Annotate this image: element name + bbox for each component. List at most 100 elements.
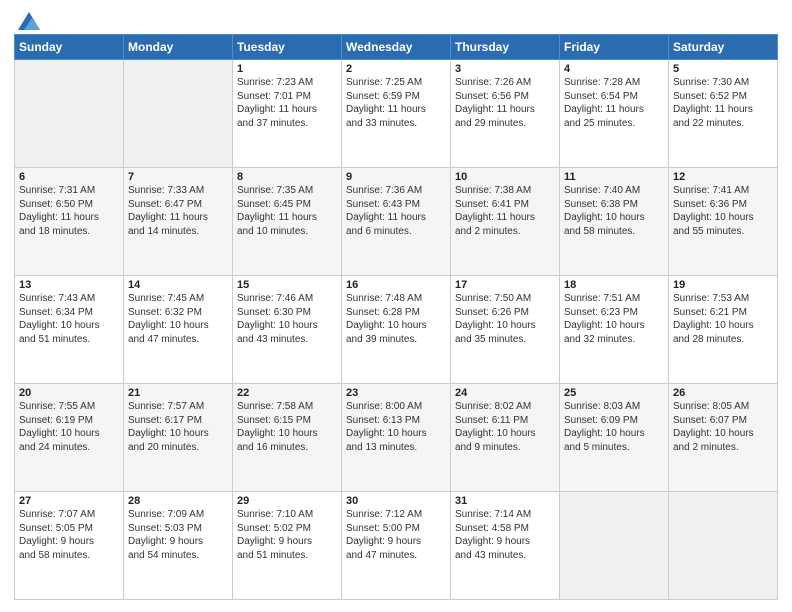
weekday-header-friday: Friday (560, 35, 669, 60)
weekday-header-saturday: Saturday (669, 35, 778, 60)
calendar-cell: 17Sunrise: 7:50 AM Sunset: 6:26 PM Dayli… (451, 276, 560, 384)
calendar-cell: 3Sunrise: 7:26 AM Sunset: 6:56 PM Daylig… (451, 60, 560, 168)
day-number: 24 (455, 387, 555, 399)
day-info: Sunrise: 7:50 AM Sunset: 6:26 PM Dayligh… (455, 292, 555, 346)
day-info: Sunrise: 7:55 AM Sunset: 6:19 PM Dayligh… (19, 400, 119, 454)
day-number: 25 (564, 387, 664, 399)
calendar-cell (560, 492, 669, 600)
day-info: Sunrise: 7:33 AM Sunset: 6:47 PM Dayligh… (128, 184, 228, 238)
day-number: 10 (455, 171, 555, 183)
calendar-cell: 20Sunrise: 7:55 AM Sunset: 6:19 PM Dayli… (15, 384, 124, 492)
day-info: Sunrise: 7:23 AM Sunset: 7:01 PM Dayligh… (237, 76, 337, 130)
day-info: Sunrise: 7:28 AM Sunset: 6:54 PM Dayligh… (564, 76, 664, 130)
day-info: Sunrise: 7:53 AM Sunset: 6:21 PM Dayligh… (673, 292, 773, 346)
calendar-cell: 22Sunrise: 7:58 AM Sunset: 6:15 PM Dayli… (233, 384, 342, 492)
day-info: Sunrise: 7:07 AM Sunset: 5:05 PM Dayligh… (19, 508, 119, 562)
day-info: Sunrise: 7:45 AM Sunset: 6:32 PM Dayligh… (128, 292, 228, 346)
calendar-cell: 18Sunrise: 7:51 AM Sunset: 6:23 PM Dayli… (560, 276, 669, 384)
day-info: Sunrise: 7:40 AM Sunset: 6:38 PM Dayligh… (564, 184, 664, 238)
day-number: 27 (19, 495, 119, 507)
day-number: 19 (673, 279, 773, 291)
day-number: 31 (455, 495, 555, 507)
calendar-cell (15, 60, 124, 168)
day-number: 12 (673, 171, 773, 183)
calendar-cell: 12Sunrise: 7:41 AM Sunset: 6:36 PM Dayli… (669, 168, 778, 276)
day-info: Sunrise: 7:09 AM Sunset: 5:03 PM Dayligh… (128, 508, 228, 562)
calendar-cell: 25Sunrise: 8:03 AM Sunset: 6:09 PM Dayli… (560, 384, 669, 492)
logo-text (14, 12, 40, 30)
calendar-cell: 7Sunrise: 7:33 AM Sunset: 6:47 PM Daylig… (124, 168, 233, 276)
day-info: Sunrise: 7:48 AM Sunset: 6:28 PM Dayligh… (346, 292, 446, 346)
day-number: 23 (346, 387, 446, 399)
calendar-cell: 27Sunrise: 7:07 AM Sunset: 5:05 PM Dayli… (15, 492, 124, 600)
calendar-cell: 16Sunrise: 7:48 AM Sunset: 6:28 PM Dayli… (342, 276, 451, 384)
calendar-cell: 4Sunrise: 7:28 AM Sunset: 6:54 PM Daylig… (560, 60, 669, 168)
day-info: Sunrise: 7:31 AM Sunset: 6:50 PM Dayligh… (19, 184, 119, 238)
day-number: 9 (346, 171, 446, 183)
day-info: Sunrise: 7:57 AM Sunset: 6:17 PM Dayligh… (128, 400, 228, 454)
day-number: 4 (564, 63, 664, 75)
calendar-cell: 15Sunrise: 7:46 AM Sunset: 6:30 PM Dayli… (233, 276, 342, 384)
weekday-header-sunday: Sunday (15, 35, 124, 60)
calendar-cell: 26Sunrise: 8:05 AM Sunset: 6:07 PM Dayli… (669, 384, 778, 492)
day-info: Sunrise: 7:10 AM Sunset: 5:02 PM Dayligh… (237, 508, 337, 562)
calendar-cell: 21Sunrise: 7:57 AM Sunset: 6:17 PM Dayli… (124, 384, 233, 492)
day-info: Sunrise: 7:46 AM Sunset: 6:30 PM Dayligh… (237, 292, 337, 346)
calendar-cell: 1Sunrise: 7:23 AM Sunset: 7:01 PM Daylig… (233, 60, 342, 168)
day-number: 30 (346, 495, 446, 507)
day-info: Sunrise: 8:05 AM Sunset: 6:07 PM Dayligh… (673, 400, 773, 454)
day-info: Sunrise: 7:41 AM Sunset: 6:36 PM Dayligh… (673, 184, 773, 238)
day-info: Sunrise: 7:25 AM Sunset: 6:59 PM Dayligh… (346, 76, 446, 130)
day-number: 16 (346, 279, 446, 291)
day-number: 2 (346, 63, 446, 75)
day-number: 6 (19, 171, 119, 183)
weekday-header-thursday: Thursday (451, 35, 560, 60)
day-number: 1 (237, 63, 337, 75)
calendar-cell: 13Sunrise: 7:43 AM Sunset: 6:34 PM Dayli… (15, 276, 124, 384)
day-info: Sunrise: 7:36 AM Sunset: 6:43 PM Dayligh… (346, 184, 446, 238)
day-number: 8 (237, 171, 337, 183)
day-number: 28 (128, 495, 228, 507)
calendar-cell: 24Sunrise: 8:02 AM Sunset: 6:11 PM Dayli… (451, 384, 560, 492)
weekday-header-tuesday: Tuesday (233, 35, 342, 60)
weekday-header-monday: Monday (124, 35, 233, 60)
calendar-cell: 6Sunrise: 7:31 AM Sunset: 6:50 PM Daylig… (15, 168, 124, 276)
day-number: 20 (19, 387, 119, 399)
day-info: Sunrise: 8:00 AM Sunset: 6:13 PM Dayligh… (346, 400, 446, 454)
calendar-cell (669, 492, 778, 600)
day-number: 21 (128, 387, 228, 399)
calendar-cell: 23Sunrise: 8:00 AM Sunset: 6:13 PM Dayli… (342, 384, 451, 492)
calendar-table: SundayMondayTuesdayWednesdayThursdayFrid… (14, 34, 778, 600)
calendar-cell: 28Sunrise: 7:09 AM Sunset: 5:03 PM Dayli… (124, 492, 233, 600)
calendar-cell: 19Sunrise: 7:53 AM Sunset: 6:21 PM Dayli… (669, 276, 778, 384)
day-info: Sunrise: 7:12 AM Sunset: 5:00 PM Dayligh… (346, 508, 446, 562)
day-number: 13 (19, 279, 119, 291)
day-info: Sunrise: 7:43 AM Sunset: 6:34 PM Dayligh… (19, 292, 119, 346)
day-number: 18 (564, 279, 664, 291)
calendar-cell: 14Sunrise: 7:45 AM Sunset: 6:32 PM Dayli… (124, 276, 233, 384)
calendar-cell (124, 60, 233, 168)
calendar-cell: 11Sunrise: 7:40 AM Sunset: 6:38 PM Dayli… (560, 168, 669, 276)
day-info: Sunrise: 7:51 AM Sunset: 6:23 PM Dayligh… (564, 292, 664, 346)
day-number: 7 (128, 171, 228, 183)
day-info: Sunrise: 8:03 AM Sunset: 6:09 PM Dayligh… (564, 400, 664, 454)
header (14, 12, 778, 26)
day-number: 11 (564, 171, 664, 183)
day-info: Sunrise: 8:02 AM Sunset: 6:11 PM Dayligh… (455, 400, 555, 454)
calendar-cell: 8Sunrise: 7:35 AM Sunset: 6:45 PM Daylig… (233, 168, 342, 276)
calendar-cell: 9Sunrise: 7:36 AM Sunset: 6:43 PM Daylig… (342, 168, 451, 276)
day-info: Sunrise: 7:58 AM Sunset: 6:15 PM Dayligh… (237, 400, 337, 454)
calendar-cell: 31Sunrise: 7:14 AM Sunset: 4:58 PM Dayli… (451, 492, 560, 600)
logo-icon (18, 12, 40, 30)
day-number: 5 (673, 63, 773, 75)
day-number: 29 (237, 495, 337, 507)
calendar-cell: 10Sunrise: 7:38 AM Sunset: 6:41 PM Dayli… (451, 168, 560, 276)
day-info: Sunrise: 7:30 AM Sunset: 6:52 PM Dayligh… (673, 76, 773, 130)
day-info: Sunrise: 7:14 AM Sunset: 4:58 PM Dayligh… (455, 508, 555, 562)
day-number: 3 (455, 63, 555, 75)
calendar-cell: 29Sunrise: 7:10 AM Sunset: 5:02 PM Dayli… (233, 492, 342, 600)
day-number: 26 (673, 387, 773, 399)
calendar-cell: 30Sunrise: 7:12 AM Sunset: 5:00 PM Dayli… (342, 492, 451, 600)
weekday-header-wednesday: Wednesday (342, 35, 451, 60)
calendar-cell: 5Sunrise: 7:30 AM Sunset: 6:52 PM Daylig… (669, 60, 778, 168)
